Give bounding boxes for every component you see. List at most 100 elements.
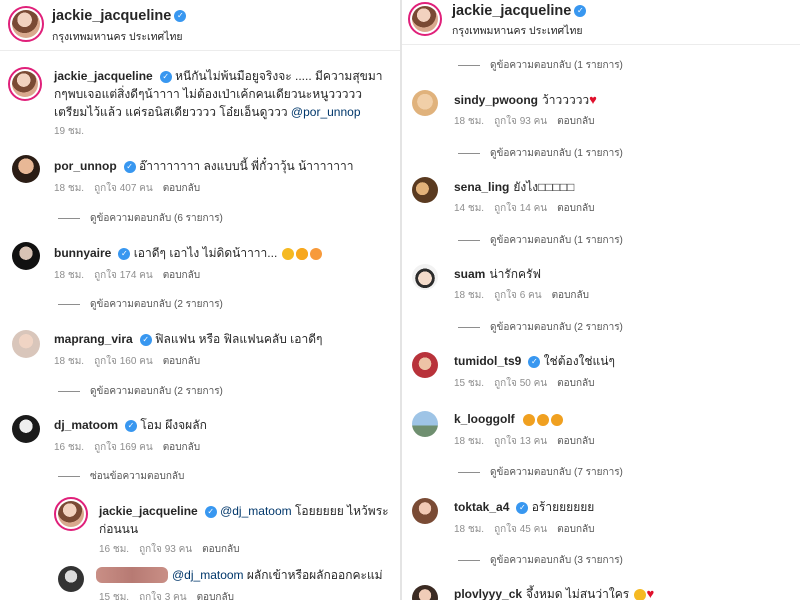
comment-username[interactable]: tumidol_ts9	[454, 354, 521, 368]
comment-avatar[interactable]	[12, 242, 40, 270]
reply-time: 15 ชม.	[99, 592, 130, 600]
comment-avatar[interactable]	[412, 352, 438, 378]
comment-time: 18 ชม.	[454, 290, 485, 301]
comment-username[interactable]: k_looggolf	[454, 412, 515, 426]
view-replies-link[interactable]: ดูข้อความตอบกลับ (1 รายการ)	[458, 233, 623, 248]
caption-text: jackie_jacqueline ✓ หนีกันไม่พ้นมือยูจริง…	[54, 67, 394, 121]
comment-likes[interactable]: ถูกใจ 14 คน	[494, 203, 547, 214]
view-replies-link[interactable]: ดูข้อความตอบกลับ (1 รายการ)	[458, 58, 623, 73]
comment-text: toktak_a4 ✓ อร้ายยยยยย	[454, 498, 794, 516]
left-screenshot-panel: jackie_jacqueline ✓ กรุงเทพมหานคร ประเทศไ…	[0, 0, 400, 600]
reply-mention[interactable]: @dj_matoom	[172, 568, 244, 582]
reply-mention[interactable]: @dj_matoom	[220, 504, 292, 518]
comment-time: 15 ชม.	[454, 378, 485, 389]
reply-button[interactable]: ตอบกลับ	[163, 270, 200, 281]
comment-likes[interactable]: ถูกใจ 169 คน	[94, 442, 153, 453]
comment-username[interactable]: bunnyaire	[54, 246, 111, 260]
reply-button[interactable]: ตอบกลับ	[557, 203, 594, 214]
reply-button[interactable]: ตอบกลับ	[557, 524, 594, 535]
comment-username[interactable]: toktak_a4	[454, 500, 509, 514]
comment-likes[interactable]: ถูกใจ 93 คน	[494, 116, 547, 127]
comment-likes[interactable]: ถูกใจ 407 คน	[94, 183, 153, 194]
reply-button[interactable]: ตอบกลับ	[557, 436, 594, 447]
view-replies-link[interactable]: ดูข้อความตอบกลับ (6 รายการ)	[58, 211, 223, 226]
comment-body: จึ้งหมด ไม่สนว่าใคร	[526, 587, 630, 600]
comment-username[interactable]: sindy_pwoong	[454, 93, 538, 107]
comment-avatar[interactable]	[12, 330, 40, 358]
comment-avatar[interactable]	[12, 155, 40, 183]
view-replies-link[interactable]: ดูข้อความตอบกลับ (2 รายการ)	[58, 384, 223, 399]
comment-avatar[interactable]	[412, 498, 438, 524]
comment-body: โอม ผึงจผลัก	[140, 418, 207, 432]
comment-likes[interactable]: ถูกใจ 13 คน	[494, 436, 547, 447]
comment-username[interactable]: maprang_vira	[54, 332, 133, 346]
caption-avatar[interactable]	[8, 67, 42, 101]
post-header: jackie_jacqueline ✓ กรุงเทพมหานคร ประเทศไ…	[402, 0, 800, 45]
reply-likes[interactable]: ถูกใจ 3 คน	[139, 592, 187, 600]
comment-avatar[interactable]	[12, 415, 40, 443]
verified-badge-icon: ✓	[159, 70, 172, 83]
comment-avatar[interactable]	[412, 90, 438, 116]
comment-body: ยังไง□□□□□	[513, 180, 575, 194]
reply-button[interactable]: ตอบกลับ	[202, 544, 239, 555]
comment-meta: 16 ชม. ถูกใจ 169 คน ตอบกลับ	[54, 440, 210, 455]
comment-avatar[interactable]	[412, 264, 438, 290]
heart-emoji-icon: ♥	[646, 586, 655, 600]
comment-text: k_looggolf	[454, 410, 794, 428]
reply-text: @dj_matoom ผลักเข้าหรือผลักออกคะแม่	[172, 566, 394, 584]
header-location[interactable]: กรุงเทพมหานคร ประเทศไทย	[52, 28, 183, 45]
reply-button[interactable]: ตอบกลับ	[163, 356, 200, 367]
reply-avatar[interactable]	[54, 497, 88, 531]
comment-likes[interactable]: ถูกใจ 160 คน	[94, 356, 153, 367]
reply-button[interactable]: ตอบกลับ	[197, 592, 234, 600]
heart-emoji-icon: ♥	[589, 92, 597, 107]
comment-text: por_unnop ✓ อ๊าาาาาาาา ลงแบบนี้ พี่กั๋วาว…	[54, 157, 394, 175]
view-replies-link[interactable]: ดูข้อความตอบกลับ (3 รายการ)	[458, 553, 623, 568]
comment-username[interactable]: por_unnop	[54, 159, 117, 173]
comment-avatar[interactable]	[412, 585, 438, 600]
header-avatar[interactable]	[8, 6, 44, 42]
reply-button[interactable]: ตอบกลับ	[163, 442, 200, 453]
reply-text: jackie_jacqueline ✓ @dj_matoom โอยยยยย ไห…	[99, 502, 394, 538]
comment-username[interactable]: sena_ling	[454, 180, 509, 194]
comment-likes[interactable]: ถูกใจ 50 คน	[494, 378, 547, 389]
comment-likes[interactable]: ถูกใจ 174 คน	[94, 270, 153, 281]
reply-button[interactable]: ตอบกลับ	[557, 378, 594, 389]
comment-likes[interactable]: ถูกใจ 45 คน	[494, 524, 547, 535]
comment-avatar[interactable]	[412, 177, 438, 203]
view-replies-link[interactable]: ดูข้อความตอบกลับ (2 รายการ)	[458, 320, 623, 335]
verified-badge-icon: ✓	[516, 501, 529, 514]
view-replies-link[interactable]: ดูข้อความตอบกลับ (1 รายการ)	[458, 146, 623, 161]
reply-button[interactable]: ตอบกลับ	[552, 290, 589, 301]
comment-text: dj_matoom ✓ โอม ผึงจผลัก	[54, 416, 394, 434]
caption-username[interactable]: jackie_jacqueline	[54, 69, 153, 83]
comment-avatar[interactable]	[412, 411, 438, 437]
header-avatar[interactable]	[408, 2, 442, 36]
view-replies-link[interactable]: ดูข้อความตอบกลับ (7 รายการ)	[458, 465, 623, 480]
reply-likes[interactable]: ถูกใจ 93 คน	[139, 544, 192, 555]
header-username[interactable]: jackie_jacqueline ✓	[452, 3, 587, 19]
verified-badge-icon: ✓	[123, 160, 136, 173]
comment-username[interactable]: plovlyyy_ck	[454, 587, 522, 600]
reply-button[interactable]: ตอบกลับ	[163, 183, 200, 194]
reply-username[interactable]: jackie_jacqueline	[99, 504, 198, 518]
comment-username[interactable]: suam	[454, 267, 485, 281]
comment-username[interactable]: dj_matoom	[54, 418, 118, 432]
shocked-emoji-icon	[537, 413, 550, 426]
redacted-username	[96, 567, 168, 583]
post-header: jackie_jacqueline ✓ กรุงเทพมหานคร ประเทศไ…	[0, 0, 400, 51]
hide-replies-link[interactable]: ซ่อนข้อความตอบกลับ	[58, 469, 184, 484]
header-username[interactable]: jackie_jacqueline ✓	[52, 8, 187, 24]
comment-likes[interactable]: ถูกใจ 6 คน	[494, 290, 542, 301]
view-replies-link[interactable]: ดูข้อความตอบกลับ (2 รายการ)	[58, 297, 223, 312]
reply-button[interactable]: ตอบกลับ	[557, 116, 594, 127]
heart-eyes-emoji-icon	[295, 247, 308, 260]
header-location[interactable]: กรุงเทพมหานคร ประเทศไทย	[452, 22, 583, 39]
verified-badge-icon: ✓	[204, 505, 217, 518]
reply-body: ผลักเข้าหรือผลักออกคะแม่	[246, 568, 383, 582]
reply-meta: 15 ชม. ถูกใจ 3 คน ตอบกลับ	[99, 590, 244, 600]
comment-meta: 18 ชม. ถูกใจ 45 คน ตอบกลับ	[454, 522, 605, 537]
caption-mention[interactable]: @por_unnop	[291, 105, 361, 119]
verified-badge-icon: ✓	[125, 419, 138, 432]
reply-avatar[interactable]	[58, 566, 84, 592]
